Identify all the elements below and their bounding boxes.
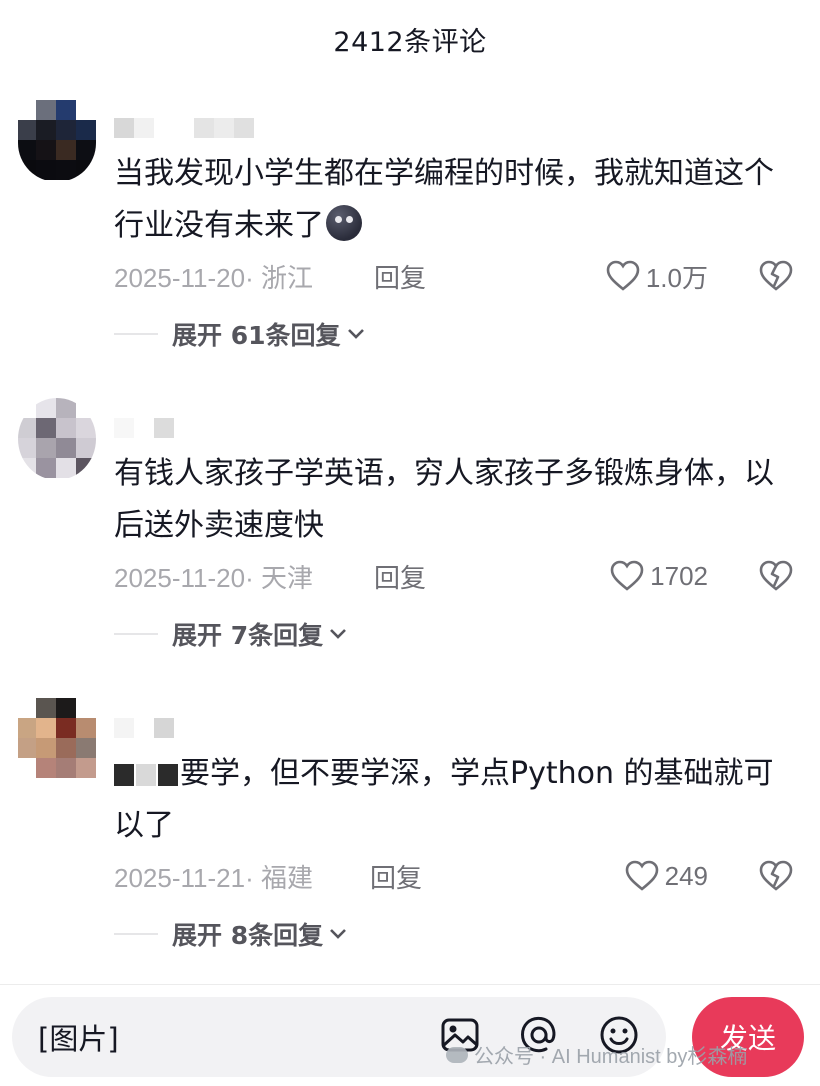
- comment-text-content: 要学，但不要学深，学点Python 的基础就可以了: [114, 756, 774, 843]
- comment-date-location: 2025-11-20· 浙江: [114, 262, 313, 293]
- expand-replies-button[interactable]: 展开 61条回复: [114, 316, 365, 352]
- comment-text: 当我发现小学生都在学编程的时候，我就知道这个行业没有未来了: [114, 148, 794, 252]
- comment-meta: 2025-11-20· 天津 回复 1702: [114, 556, 794, 596]
- comment-meta: 2025-11-20· 浙江 回复 1.0万: [114, 256, 794, 296]
- comment-text: 有钱人家孩子学英语，穷人家孩子多锻炼身体，以后送外卖速度快: [114, 448, 794, 552]
- chevron-down-icon: [329, 925, 347, 944]
- comment-text-content: 有钱人家孩子学英语，穷人家孩子多锻炼身体，以后送外卖速度快: [114, 456, 774, 543]
- heart-icon: [625, 860, 659, 892]
- username-redacted[interactable]: [114, 118, 254, 140]
- reply-button[interactable]: 回复: [374, 558, 426, 595]
- comment-date-location: 2025-11-20· 天津: [114, 562, 313, 593]
- avatar[interactable]: [18, 698, 96, 780]
- divider-line: [114, 333, 158, 335]
- comment-count-title: 2412条评论: [333, 26, 487, 58]
- redacted-text-block: [114, 763, 134, 786]
- wechat-logo-icon: [446, 1046, 468, 1063]
- like-button[interactable]: 1.0万: [606, 258, 708, 295]
- comment-text: 要学，但不要学深，学点Python 的基础就可以了: [114, 748, 794, 852]
- comment-text-content: 当我发现小学生都在学编程的时候，我就知道这个行业没有未来了: [114, 156, 774, 243]
- like-button[interactable]: 249: [625, 860, 708, 892]
- chevron-down-icon: [329, 625, 347, 644]
- reply-button[interactable]: 回复: [374, 258, 426, 295]
- expand-replies-label: 展开 8条回复: [172, 921, 324, 950]
- dislike-broken-heart-icon[interactable]: [758, 560, 794, 592]
- heart-icon: [610, 560, 644, 592]
- comments-header: 2412条评论: [0, 0, 820, 78]
- watermark: 公众号 · AI Humanist by杉森楠: [446, 1040, 747, 1069]
- like-count: 249: [664, 860, 708, 891]
- avatar[interactable]: [18, 398, 96, 480]
- heart-icon: [606, 260, 640, 292]
- watermark-text: 公众号 · AI Humanist by杉森楠: [474, 1046, 748, 1068]
- reply-button[interactable]: 回复: [370, 858, 422, 895]
- dislike-broken-heart-icon[interactable]: [758, 260, 794, 292]
- username-redacted[interactable]: [114, 418, 174, 440]
- comment-date-location: 2025-11-21· 福建: [114, 862, 313, 893]
- redacted-text-block: [136, 763, 156, 786]
- like-count: 1702: [650, 560, 708, 591]
- divider-line: [114, 933, 158, 935]
- expand-replies-button[interactable]: 展开 7条回复: [114, 616, 347, 652]
- chevron-down-icon: [347, 325, 365, 344]
- new-moon-face-emoji-icon: [326, 205, 362, 241]
- comment-input-bar: [图片] 发送: [0, 984, 820, 1086]
- avatar[interactable]: [18, 100, 96, 182]
- expand-replies-label: 展开 7条回复: [172, 621, 324, 650]
- comment-meta: 2025-11-21· 福建 回复 249: [114, 856, 794, 896]
- expand-replies-button[interactable]: 展开 8条回复: [114, 916, 347, 952]
- like-button[interactable]: 1702: [610, 560, 708, 592]
- comment-input-value: [图片]: [38, 1022, 119, 1056]
- username-redacted[interactable]: [114, 718, 174, 740]
- dislike-broken-heart-icon[interactable]: [758, 860, 794, 892]
- divider-line: [114, 633, 158, 635]
- expand-replies-label: 展开 61条回复: [172, 321, 341, 350]
- like-count: 1.0万: [645, 262, 708, 293]
- redacted-text-block: [158, 763, 178, 786]
